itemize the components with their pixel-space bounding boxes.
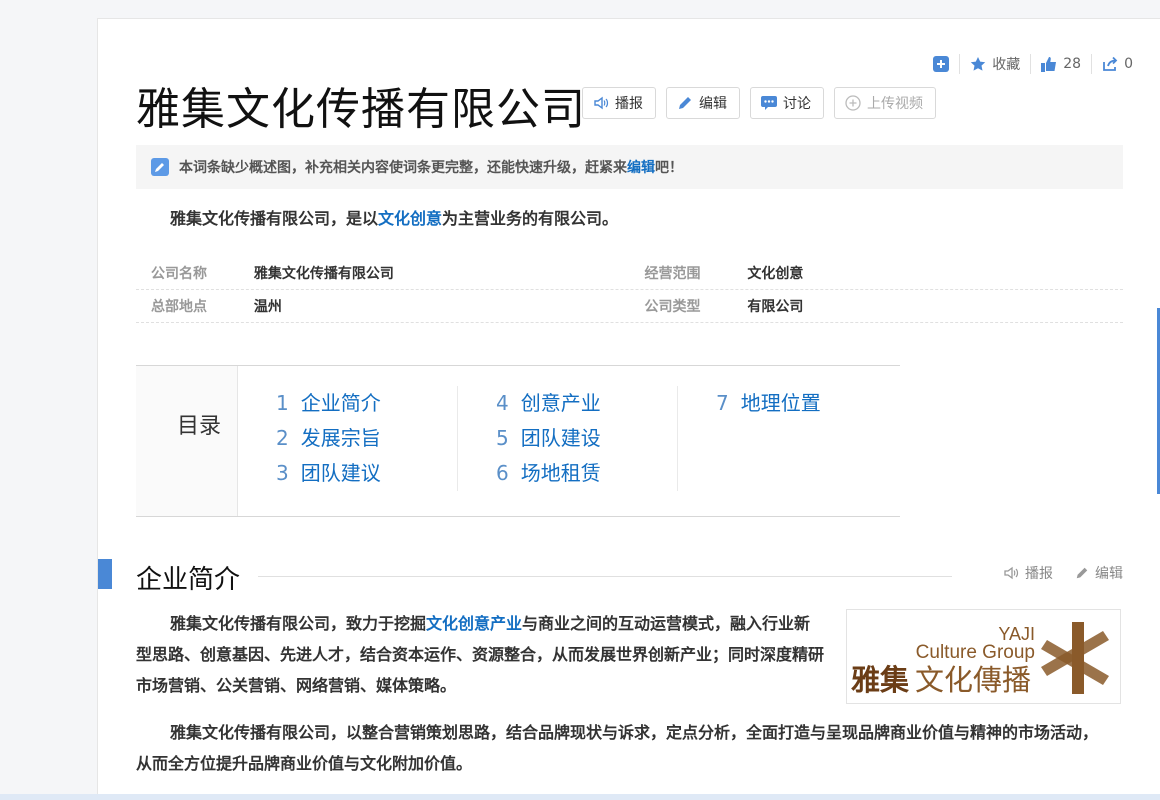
catalog-column: 1 企业简介 2 发展宗旨 3 团队建议 [238, 386, 458, 491]
catalog-item[interactable]: 2 发展宗旨 [276, 421, 457, 456]
section-actions: 播报 编辑 [1003, 563, 1123, 583]
title-buttons: 播报 编辑 讨论 上传视频 [582, 87, 936, 119]
logo-cn-right: 文化傳播 [915, 663, 1031, 697]
section-marker [98, 559, 112, 589]
top-actions: 收藏 28 0 [923, 54, 1143, 74]
info-key: 公司名称 [151, 266, 207, 282]
info-row: 总部地点 温州 公司类型 有限公司 [136, 290, 1123, 323]
catalog-item[interactable]: 5 团队建设 [496, 421, 677, 456]
info-key: 经营范围 [644, 266, 701, 282]
info-value: 温州 [253, 299, 282, 315]
logo-yaji-text: YAJI [998, 624, 1035, 644]
info-table: 公司名称 雅集文化传播有限公司 经营范围 文化创意 总部地点 温州 公司类型 有… [136, 257, 1123, 323]
catalog-item[interactable]: 6 场地租赁 [496, 456, 677, 491]
section-edit-label: 编辑 [1095, 566, 1123, 582]
share-button[interactable]: 0 [1092, 56, 1143, 72]
plus-circle-icon [845, 95, 861, 111]
section-broadcast-label: 播报 [1025, 566, 1053, 582]
company-logo-image[interactable]: YAJI Culture Group 雅集 文化傳播 [846, 609, 1121, 704]
summary-text: 雅集文化传播有限公司，是以 [170, 209, 379, 228]
upload-video-label: 上传视频 [867, 96, 923, 112]
catalog-column: 4 创意产业 5 团队建设 6 场地租赁 [458, 386, 678, 491]
section-broadcast-button[interactable]: 播报 [1003, 563, 1053, 583]
discuss-button[interactable]: 讨论 [750, 87, 824, 119]
notice-edit-link[interactable]: 编辑 [627, 157, 655, 177]
info-key: 总部地点 [151, 299, 207, 315]
section-divider [258, 576, 952, 577]
edit-note-icon [151, 158, 169, 176]
edit-button[interactable]: 编辑 [666, 87, 740, 119]
star-icon [971, 57, 986, 71]
thumbs-up-icon [1041, 57, 1057, 72]
info-row: 公司名称 雅集文化传播有限公司 经营范围 文化创意 [136, 257, 1123, 290]
catalog-item[interactable]: 7 地理位置 [716, 386, 898, 421]
notice-bar: 本词条缺少概述图，补充相关内容使词条更完整，还能快速升级，赶紧来 编辑 吧！ [136, 145, 1123, 189]
catalog-item[interactable]: 4 创意产业 [496, 386, 677, 421]
catalog-item[interactable]: 1 企业简介 [276, 386, 457, 421]
catalog-item[interactable]: 3 团队建议 [276, 456, 457, 491]
discuss-label: 讨论 [783, 96, 811, 112]
page-title: 雅集文化传播有限公司 [136, 84, 586, 135]
section-title: 企业简介 [136, 565, 241, 595]
logo-cn-left: 雅集 [851, 663, 910, 697]
second-paragraph: 雅集文化传播有限公司，以整合营销策划思路，结合品牌现状与诉求，定点分析，全面打造… [136, 723, 1099, 773]
intro-paragraph: 雅集文化传播有限公司，致力于挖掘文化创意产业与商业之间的互动运营模式，融入行业新… [136, 614, 825, 695]
info-value: 有限公司 [747, 299, 804, 315]
paragraph-link[interactable]: 文化创意产业 [426, 614, 522, 633]
edit-label: 编辑 [699, 96, 727, 112]
catalog: 目录 1 企业简介 2 发展宗旨 3 团队建议 4 创意产业 5 团队建设 6 场地租赁 7… [136, 365, 900, 517]
like-count: 28 [1063, 56, 1082, 72]
plus-square-icon [933, 56, 950, 72]
yaji-logo: YAJI Culture Group 雅集 文化傳播 [851, 622, 1109, 697]
info-key: 公司类型 [644, 299, 701, 315]
summary-link[interactable]: 文化创意 [378, 209, 442, 228]
catalog-column: 7 地理位置 [678, 386, 898, 491]
speaker-icon [594, 96, 609, 110]
bottom-strip [0, 794, 1160, 800]
like-button[interactable]: 28 [1031, 56, 1091, 72]
add-button[interactable] [923, 56, 959, 72]
chat-icon [761, 96, 777, 110]
pencil-icon [679, 97, 691, 109]
summary-tail: 为主营业务的有限公司。 [442, 209, 619, 228]
broadcast-label: 播报 [615, 96, 643, 112]
summary: 雅集文化传播有限公司，是以文化创意为主营业务的有限公司。 [136, 205, 1116, 229]
broadcast-button[interactable]: 播报 [582, 87, 656, 119]
logo-culture-text: Culture Group [916, 642, 1035, 663]
share-count: 0 [1124, 56, 1133, 72]
notice-tail: 吧！ [655, 160, 683, 176]
share-icon [1103, 56, 1118, 71]
notice-text: 本词条缺少概述图，补充相关内容使词条更完整，还能快速升级，赶紧来 [179, 160, 627, 176]
collect-button[interactable]: 收藏 [960, 54, 1030, 74]
upload-video-button[interactable]: 上传视频 [834, 87, 936, 119]
entry-page: 收藏 28 0 雅集文化传播有限公司 播报 编辑 讨论 上传视频 本词条缺少概述… [97, 18, 1160, 795]
section-edit-button[interactable]: 编辑 [1075, 563, 1123, 583]
info-value: 雅集文化传播有限公司 [253, 266, 394, 282]
logo-mark [1041, 622, 1109, 694]
catalog-title: 目录 [136, 366, 238, 516]
info-value: 文化创意 [747, 266, 804, 282]
speaker-icon [1004, 566, 1019, 580]
collect-label: 收藏 [992, 57, 1021, 73]
pencil-icon [1076, 567, 1088, 579]
